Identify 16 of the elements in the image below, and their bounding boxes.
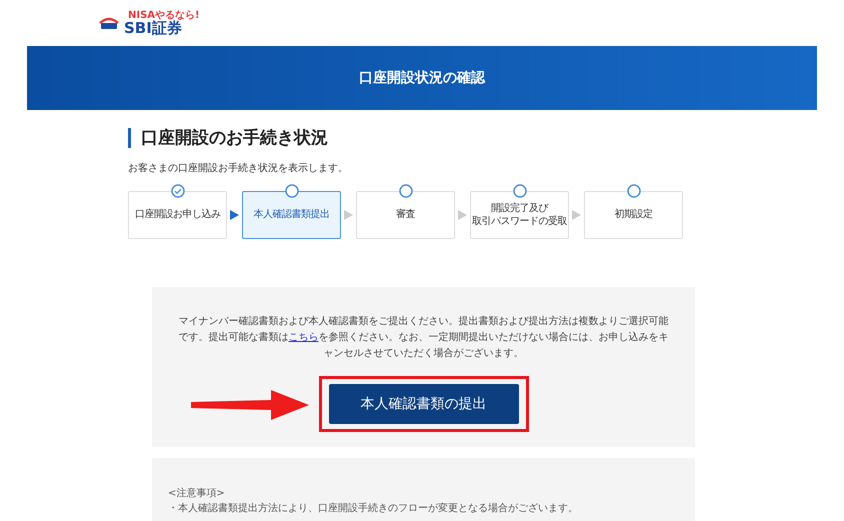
- pointer-arrow-icon: [190, 390, 308, 420]
- page-title-banner: 口座開設状況の確認: [27, 46, 817, 110]
- notes-title: <注意事項>: [168, 486, 226, 501]
- logo-icon: [98, 15, 120, 31]
- here-link[interactable]: こちら: [288, 332, 318, 343]
- submit-documents-button[interactable]: 本人確認書類の提出: [328, 384, 518, 424]
- step-arrow-icon: [344, 210, 353, 220]
- logo-text: SBI証券: [124, 20, 182, 36]
- logo-tagline: NISAやるなら!: [128, 10, 200, 20]
- step-arrow-icon: [458, 210, 467, 220]
- section-heading: 口座開設のお手続き状況: [128, 128, 688, 148]
- step-arrow-icon: [230, 210, 239, 220]
- notice-text: マイナンバー確認書類および本人確認書類をご提出ください。提出書類および提出方法は複数よりご選択可能です。提出可能な書類はこちら を参照ください。なお、一定期間提出いただけない場合には、お申し込みをキャンセルさせていただく場合がございます。: [178, 314, 668, 361]
- description-text: お客さまの口座開設お手続き状況を表示します。: [128, 162, 349, 175]
- step-arrow-icon: [572, 210, 581, 220]
- note-text: ・本人確認書類提出方法により、口座開設手続きのフローが変更となる場合がございます。: [168, 502, 579, 516]
